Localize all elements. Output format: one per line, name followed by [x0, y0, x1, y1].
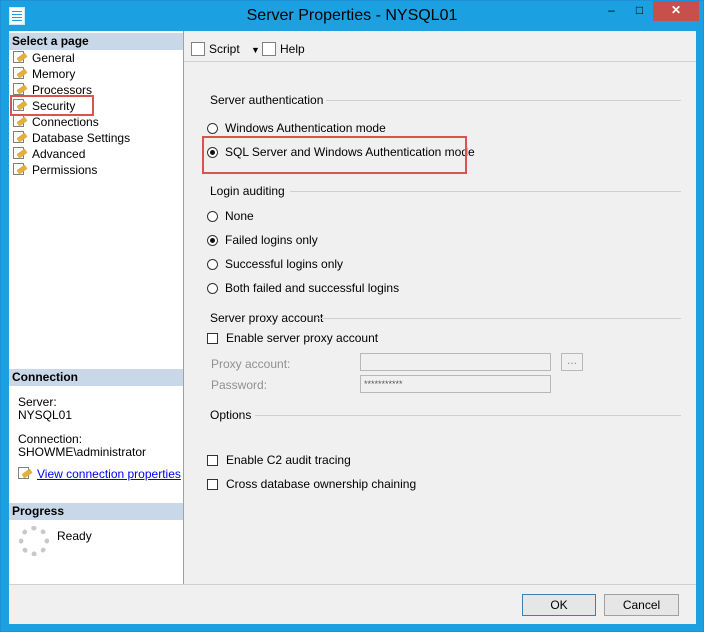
page-icon: [13, 131, 27, 144]
progress-status: Ready: [57, 529, 92, 543]
script-label: Script: [209, 42, 240, 56]
divider: [290, 191, 681, 192]
help-label: Help: [280, 42, 305, 56]
page-icon: [13, 163, 27, 176]
page-icon: [13, 115, 27, 128]
connection-value: SHOWME\administrator: [18, 445, 147, 459]
radio-button-icon: [207, 211, 218, 222]
server-proxy-header: Server proxy account: [210, 311, 324, 325]
page-item-label: Database Settings: [32, 131, 131, 145]
radio-button-icon: [207, 123, 218, 134]
c2-audit-checkbox[interactable]: Enable C2 audit tracing: [207, 453, 351, 467]
mixed-auth-highlight-box: [202, 136, 467, 174]
c2-audit-label: Enable C2 audit tracing: [226, 453, 351, 467]
server-value: NYSQL01: [18, 408, 73, 422]
radio-button-icon: [207, 259, 218, 270]
security-highlight-box: [10, 95, 94, 116]
cancel-button[interactable]: Cancel: [604, 594, 679, 616]
audit-failed-radio[interactable]: Failed logins only: [207, 233, 318, 247]
radio-button-icon: [207, 283, 218, 294]
dialog-client: Select a page General Memory Processors …: [9, 31, 696, 624]
page-icon: [13, 51, 27, 64]
page-icon: [13, 147, 27, 160]
password-input[interactable]: ***********: [360, 375, 551, 393]
title-bar: Server Properties - NYSQL01 – □ ✕: [1, 1, 703, 31]
ok-button[interactable]: OK: [522, 594, 596, 616]
checkbox-icon: [207, 479, 218, 490]
windows-auth-label: Windows Authentication mode: [225, 121, 386, 135]
help-button[interactable]: Help: [262, 41, 305, 57]
server-authentication-header: Server authentication: [210, 93, 324, 107]
select-page-header: Select a page: [9, 33, 183, 50]
chevron-down-icon[interactable]: ▼: [251, 45, 260, 55]
progress-header: Progress: [9, 503, 183, 520]
page-item-label: Memory: [32, 67, 76, 81]
page-item-general[interactable]: General: [13, 50, 75, 66]
audit-none-radio[interactable]: None: [207, 209, 254, 223]
audit-none-label: None: [225, 209, 254, 223]
page-item-label: General: [32, 51, 75, 65]
audit-failed-label: Failed logins only: [225, 233, 318, 247]
page-item-label: Permissions: [32, 163, 98, 177]
connection-label: Connection:: [18, 432, 83, 446]
server-properties-window: Server Properties - NYSQL01 – □ ✕ Select…: [0, 0, 704, 632]
footer-separator: [9, 584, 696, 585]
divider: [255, 415, 681, 416]
options-header: Options: [210, 408, 252, 422]
page-item-memory[interactable]: Memory: [13, 66, 75, 82]
password-label: Password:: [211, 378, 268, 392]
checkbox-icon: [207, 455, 218, 466]
script-icon: [191, 42, 205, 56]
cross-db-label: Cross database ownership chaining: [226, 477, 417, 491]
page-item-advanced[interactable]: Advanced: [13, 146, 85, 162]
enable-proxy-label: Enable server proxy account: [226, 331, 379, 345]
view-connection-properties-label: View connection properties: [37, 467, 181, 481]
help-icon: [262, 42, 276, 56]
enable-proxy-checkbox[interactable]: Enable server proxy account: [207, 331, 378, 345]
browse-proxy-button[interactable]: ...: [561, 353, 583, 371]
view-connection-properties-link[interactable]: View connection properties: [18, 467, 181, 481]
login-auditing-header: Login auditing: [210, 184, 285, 198]
audit-both-label: Both failed and successful logins: [225, 281, 400, 295]
audit-success-radio[interactable]: Successful logins only: [207, 257, 343, 271]
page-item-permissions[interactable]: Permissions: [13, 162, 97, 178]
windows-auth-radio[interactable]: Windows Authentication mode: [207, 121, 386, 135]
minimize-button[interactable]: –: [598, 1, 625, 21]
close-button[interactable]: ✕: [653, 1, 699, 21]
cross-db-checkbox[interactable]: Cross database ownership chaining: [207, 477, 416, 491]
right-pane: Script ▼ Help Server authentication Wind…: [184, 31, 696, 584]
divider: [317, 318, 681, 319]
page-icon: [13, 67, 27, 80]
progress-spinner-icon: [19, 526, 49, 556]
server-label: Server:: [18, 395, 57, 409]
properties-icon: [18, 467, 32, 480]
maximize-button[interactable]: □: [626, 1, 653, 21]
script-button[interactable]: Script ▼: [191, 41, 260, 58]
left-pane: Select a page General Memory Processors …: [9, 31, 184, 584]
audit-both-radio[interactable]: Both failed and successful logins: [207, 281, 399, 295]
page-item-database-settings[interactable]: Database Settings: [13, 130, 130, 146]
proxy-account-label: Proxy account:: [211, 357, 291, 371]
page-item-label: Connections: [32, 115, 99, 129]
radio-button-selected-icon: [207, 235, 218, 246]
divider: [326, 100, 681, 101]
page-item-connections[interactable]: Connections: [13, 114, 99, 130]
connection-header: Connection: [9, 369, 183, 386]
checkbox-icon: [207, 333, 218, 344]
toolbar-separator: [184, 61, 696, 62]
proxy-account-input[interactable]: [360, 353, 551, 371]
page-item-label: Advanced: [32, 147, 86, 161]
audit-success-label: Successful logins only: [225, 257, 344, 271]
